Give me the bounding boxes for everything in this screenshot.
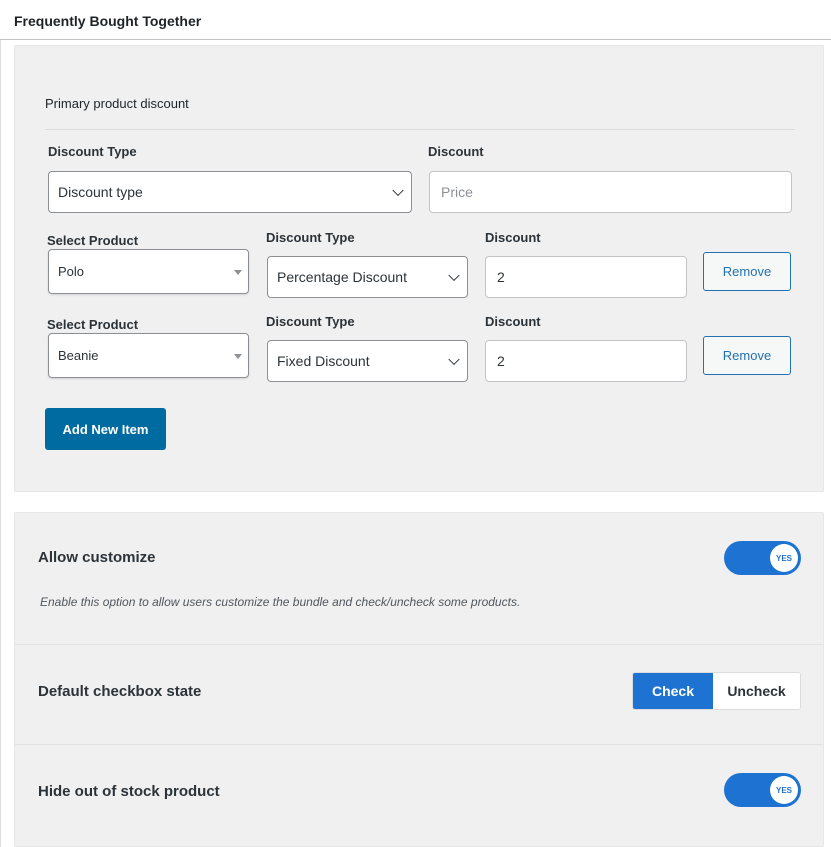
dropdown-arrow-icon: [234, 270, 242, 275]
chevron-down-icon: [448, 353, 460, 366]
item-1-remove-label: Remove: [722, 264, 772, 279]
allow-customize-title: Allow customize: [38, 549, 156, 566]
allow-customize-toggle[interactable]: YES: [724, 541, 801, 575]
add-new-item-button[interactable]: Add New Item: [45, 408, 166, 450]
section-divider: [45, 129, 795, 130]
item-2-remove-label: Remove: [722, 348, 772, 363]
row-divider: [15, 644, 823, 645]
item-1-product-select[interactable]: Polo: [48, 249, 249, 294]
primary-discount-type-select[interactable]: Discount type: [48, 171, 412, 213]
item-1-product-value: Polo: [58, 264, 85, 279]
row-divider: [15, 744, 823, 745]
discount-panel: Primary product discount Discount Type D…: [14, 45, 824, 492]
primary-discount-type-value: Discount type: [58, 184, 143, 200]
item-2-product-select[interactable]: Beanie: [48, 333, 249, 378]
primary-discount-input[interactable]: Price: [429, 171, 792, 213]
item-2-remove-button[interactable]: Remove: [703, 336, 791, 375]
item-1-type-select[interactable]: Percentage Discount: [267, 256, 468, 298]
primary-discount-label: Discount: [428, 144, 484, 159]
uncheck-button[interactable]: Uncheck: [713, 673, 800, 709]
item-1-product-label: Select Product: [47, 233, 139, 248]
item-2-type-value: Fixed Discount: [277, 353, 370, 369]
hide-out-of-stock-title: Hide out of stock product: [38, 783, 220, 800]
default-checkbox-segmented: Check Uncheck: [632, 672, 801, 710]
item-2-type-label: Discount Type: [266, 314, 355, 329]
item-1-discount-value: 2: [497, 269, 505, 285]
item-2-discount-label: Discount: [485, 314, 541, 329]
settings-panel: Allow customize YES Enable this option t…: [14, 512, 824, 847]
default-checkbox-title: Default checkbox state: [38, 683, 202, 700]
page-header: Frequently Bought Together: [0, 0, 831, 40]
dropdown-arrow-icon: [234, 354, 242, 359]
toggle-knob: YES: [770, 776, 798, 804]
add-new-item-label: Add New Item: [62, 421, 149, 437]
chevron-down-icon: [392, 184, 404, 197]
item-1-discount-label: Discount: [485, 230, 541, 245]
primary-discount-title: Primary product discount: [45, 96, 189, 111]
item-1-remove-button[interactable]: Remove: [703, 252, 791, 291]
chevron-down-icon: [448, 269, 460, 282]
left-border: [0, 0, 1, 847]
item-1-type-label: Discount Type: [266, 230, 355, 245]
allow-customize-description: Enable this option to allow users custom…: [40, 595, 521, 609]
check-button[interactable]: Check: [633, 673, 713, 709]
item-2-product-label: Select Product: [47, 317, 139, 332]
page-title: Frequently Bought Together: [14, 13, 202, 29]
toggle-knob: YES: [770, 544, 798, 572]
primary-discount-type-label: Discount Type: [48, 144, 137, 159]
hide-out-of-stock-toggle[interactable]: YES: [724, 773, 801, 807]
item-2-discount-value: 2: [497, 353, 505, 369]
item-2-product-value: Beanie: [58, 348, 99, 363]
item-2-discount-input[interactable]: 2: [485, 340, 687, 382]
primary-discount-placeholder: Price: [441, 184, 473, 200]
item-1-discount-input[interactable]: 2: [485, 256, 687, 298]
item-2-type-select[interactable]: Fixed Discount: [267, 340, 468, 382]
item-1-type-value: Percentage Discount: [277, 269, 407, 285]
